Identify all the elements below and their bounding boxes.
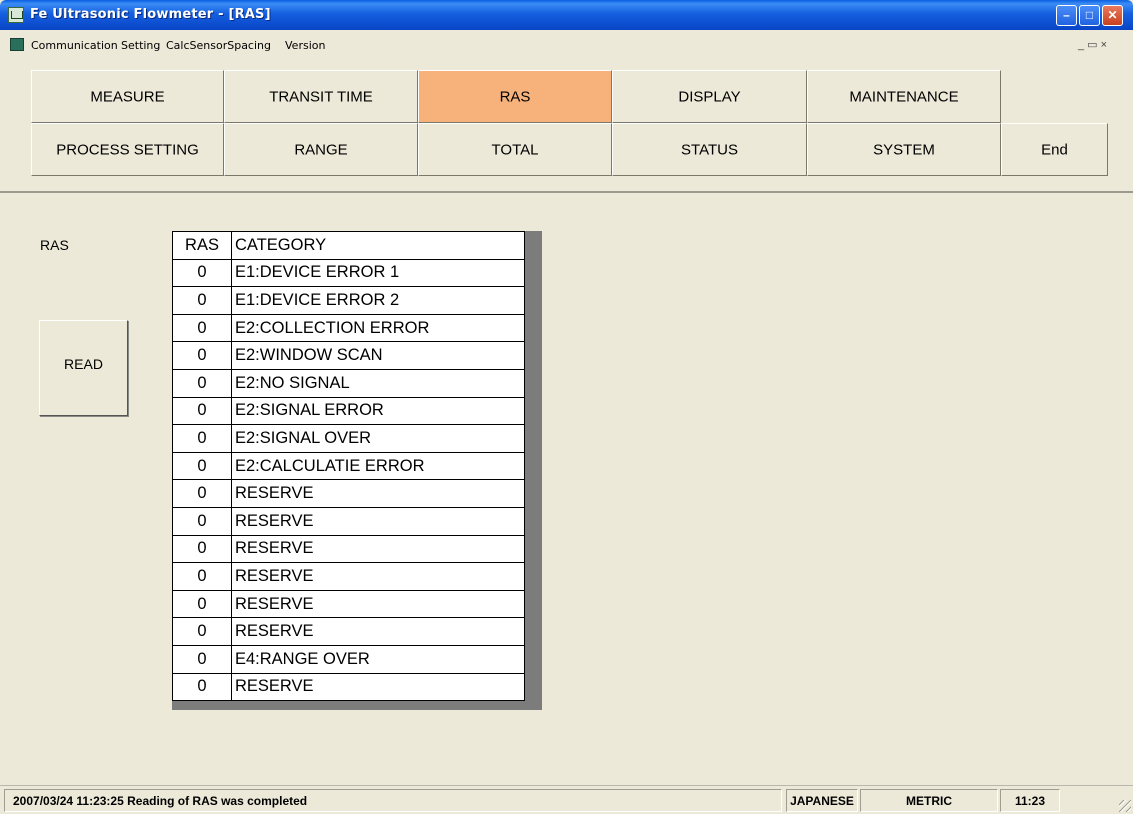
ras-count-cell: 0 xyxy=(172,534,232,564)
table-row: 0 RESERVE xyxy=(172,562,525,591)
ras-category-cell: E1:DEVICE ERROR 2 xyxy=(231,286,525,315)
table-row: 0 RESERVE xyxy=(172,534,525,564)
tab-label: DISPLAY xyxy=(678,88,741,105)
menu-setting[interactable]: Setting xyxy=(121,39,160,52)
tab-label: TOTAL xyxy=(491,141,539,158)
table-row: 0 E1:DEVICE ERROR 1 xyxy=(172,258,525,288)
tab-label: MAINTENANCE xyxy=(849,88,959,105)
menu-version[interactable]: Version xyxy=(285,39,325,52)
table-header-row: RAS CATEGORY xyxy=(172,231,525,260)
tab-system[interactable]: SYSTEM xyxy=(807,123,1001,176)
ras-category-cell: RESERVE xyxy=(231,562,525,591)
ras-count-cell: 0 xyxy=(172,451,232,481)
tab-label: TRANSIT TIME xyxy=(269,88,373,105)
document-icon[interactable] xyxy=(10,38,24,51)
tab-process-setting[interactable]: PROCESS SETTING xyxy=(31,123,224,176)
ras-category-cell: E2:NO SIGNAL xyxy=(231,368,525,398)
tab-maintenance[interactable]: MAINTENANCE xyxy=(807,70,1001,123)
tab-range[interactable]: RANGE xyxy=(224,123,418,176)
tab-label: RAS xyxy=(499,88,531,105)
table-row: 0 E2:NO SIGNAL xyxy=(172,368,525,398)
tab-total[interactable]: TOTAL xyxy=(418,123,612,176)
ras-category-cell: RESERVE xyxy=(231,672,525,702)
tab-label: RANGE xyxy=(294,141,348,158)
table-row: 0 RESERVE xyxy=(172,479,525,508)
tab-ras[interactable]: RAS xyxy=(418,70,612,123)
ras-count-cell: 0 xyxy=(172,341,232,370)
title-bar: Fe Ultrasonic Flowmeter - [RAS] – □ ✕ xyxy=(0,0,1133,30)
table-row: 0 RESERVE xyxy=(172,617,525,646)
ras-category-cell: E1:DEVICE ERROR 1 xyxy=(231,258,525,288)
read-button-label: READ xyxy=(64,356,103,372)
tab-measure[interactable]: MEASURE xyxy=(31,70,224,123)
tab-status[interactable]: STATUS xyxy=(612,123,807,176)
table-row: 0 E2:WINDOW SCAN xyxy=(172,341,525,370)
ras-count-cell: 0 xyxy=(172,286,232,315)
tab-label: MEASURE xyxy=(90,88,165,105)
ras-category-cell: E2:SIGNAL OVER xyxy=(231,424,525,453)
table-row: 0 E2:SIGNAL ERROR xyxy=(172,396,525,426)
navigation-tabs: MEASURE TRANSIT TIME RAS DISPLAY MAINTEN… xyxy=(0,58,1133,193)
ras-category-cell: RESERVE xyxy=(231,617,525,646)
table-row: 0 RESERVE xyxy=(172,506,525,536)
close-button[interactable]: ✕ xyxy=(1102,5,1123,26)
menu-bar: Communication Setting CalcSensorSpacing … xyxy=(0,30,1133,58)
ras-count-cell: 0 xyxy=(172,562,232,591)
status-message: 2007/03/24 11:23:25 Reading of RAS was c… xyxy=(4,789,782,812)
mdi-window-controls[interactable]: _ ▭ × xyxy=(1078,38,1107,51)
app-icon xyxy=(8,7,24,23)
ras-count-cell: 0 xyxy=(172,368,232,398)
tab-display[interactable]: DISPLAY xyxy=(612,70,807,123)
clock-indicator: 11:23 xyxy=(1000,789,1060,812)
tab-label: SYSTEM xyxy=(873,141,935,158)
table-row: 0 E2:COLLECTION ERROR xyxy=(172,313,525,343)
main-content: RAS READ RAS CATEGORY 0 E1:DEVICE ERROR 1… xyxy=(0,195,1133,785)
table-row: 0 E4:RANGE OVER xyxy=(172,644,525,674)
ras-table-container: RAS CATEGORY 0 E1:DEVICE ERROR 1 0 E1:DEVIC… xyxy=(172,231,542,710)
tab-label: STATUS xyxy=(681,141,738,158)
ras-count-cell: 0 xyxy=(172,644,232,674)
table-row: 0 E2:SIGNAL OVER xyxy=(172,424,525,453)
ras-count-cell: 0 xyxy=(172,589,232,619)
ras-category-cell: RESERVE xyxy=(231,534,525,564)
resize-grip-icon[interactable] xyxy=(1119,800,1131,812)
ras-count-cell: 0 xyxy=(172,617,232,646)
ras-category-cell: E2:COLLECTION ERROR xyxy=(231,313,525,343)
end-button-label: End xyxy=(1041,141,1068,158)
column-header-category: CATEGORY xyxy=(231,231,525,260)
ras-table: RAS CATEGORY 0 E1:DEVICE ERROR 1 0 E1:DEVIC… xyxy=(172,231,525,702)
units-indicator: METRIC xyxy=(860,789,998,812)
table-row: 0 E2:CALCULATIE ERROR xyxy=(172,451,525,481)
end-button[interactable]: End xyxy=(1001,123,1108,176)
ras-count-cell: 0 xyxy=(172,424,232,453)
table-row: 0 RESERVE xyxy=(172,672,525,702)
ras-count-cell: 0 xyxy=(172,479,232,508)
menu-calcsensorspacing[interactable]: CalcSensorSpacing xyxy=(166,39,271,52)
ras-count-cell: 0 xyxy=(172,506,232,536)
tab-transit-time[interactable]: TRANSIT TIME xyxy=(224,70,418,123)
window-title: Fe Ultrasonic Flowmeter - [RAS] xyxy=(30,7,271,22)
read-button[interactable]: READ xyxy=(39,320,128,416)
ras-count-cell: 0 xyxy=(172,313,232,343)
status-bar: 2007/03/24 11:23:25 Reading of RAS was c… xyxy=(0,785,1133,814)
ras-category-cell: RESERVE xyxy=(231,479,525,508)
ras-category-cell: E2:WINDOW SCAN xyxy=(231,341,525,370)
table-row: 0 E1:DEVICE ERROR 2 xyxy=(172,286,525,315)
ras-count-cell: 0 xyxy=(172,396,232,426)
ras-count-cell: 0 xyxy=(172,672,232,702)
ras-category-cell: E2:CALCULATIE ERROR xyxy=(231,451,525,481)
menu-communication[interactable]: Communication xyxy=(31,39,118,52)
column-header-ras: RAS xyxy=(172,231,232,260)
ras-category-cell: RESERVE xyxy=(231,506,525,536)
table-row: 0 RESERVE xyxy=(172,589,525,619)
ras-category-cell: E4:RANGE OVER xyxy=(231,644,525,674)
language-indicator: JAPANESE xyxy=(786,789,858,812)
minimize-button[interactable]: – xyxy=(1056,5,1077,26)
ras-section-label: RAS xyxy=(40,237,69,253)
maximize-button[interactable]: □ xyxy=(1079,5,1100,26)
tab-label: PROCESS SETTING xyxy=(56,141,199,158)
ras-count-cell: 0 xyxy=(172,258,232,288)
ras-category-cell: E2:SIGNAL ERROR xyxy=(231,396,525,426)
ras-category-cell: RESERVE xyxy=(231,589,525,619)
